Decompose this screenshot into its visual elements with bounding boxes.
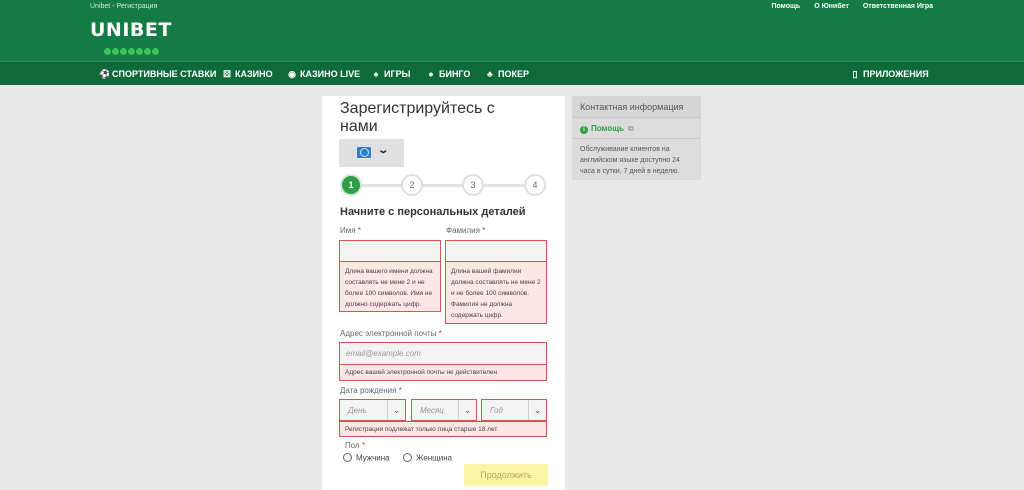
last-name-error: Длина вашей фамилии должна составлять не… [445,261,547,324]
chevron-down-icon: ⌄ [387,400,405,420]
email-field[interactable]: email@example.com [339,342,547,364]
help-link[interactable]: Помощь [771,3,800,10]
info-icon: i [580,126,588,134]
dob-year-select[interactable]: Год ⌄ [481,399,547,421]
contact-info-title: Контактная информация [572,96,701,118]
nav-item-sports[interactable]: ⚽ СПОРТИВНЫЕ СТАВКИ [99,62,216,86]
email-error: Адрес вашей электронной почты не действи… [339,364,547,381]
about-link[interactable]: О Юнибет [814,3,849,10]
responsible-gaming-link[interactable]: Ответственная Игра [863,3,933,10]
top-header: Unibet - Регистрация UNIBET Помощь О Юни… [0,0,1024,61]
dob-month-select[interactable]: Месяц ⌄ [411,399,477,421]
step-4: 4 [524,174,546,196]
language-selector[interactable]: ⌄ [339,139,404,167]
gender-label: Пол * [345,441,366,450]
live-chip-icon: ◉ [288,69,296,79]
first-name-error: Длина вашего имени должна составлять не … [339,261,441,312]
gender-female-radio[interactable]: Женщина [403,453,452,465]
stepper-line [350,184,537,187]
radio-circle-icon [343,453,352,463]
email-label: Адрес электронной почты * [340,329,442,338]
logo-dots-icon [104,42,160,55]
external-link-icon: ⧉ [627,124,634,133]
registration-form: Зарегистрируйтесь с нами ⌄ 1 2 3 4 Начни… [322,96,565,490]
last-name-input[interactable] [445,240,547,262]
dob-label: Дата рождения * [340,386,402,395]
cards-icon: ♠ [373,69,379,79]
help-link[interactable]: i Помощь ⧉ [580,124,634,134]
globe-flag-icon [357,147,371,158]
nav-item-live-casino[interactable]: ◉ КАЗИНО LIVE [287,62,360,86]
nav-item-apps[interactable]: ▯ ПРИЛОЖЕНИЯ [850,62,929,86]
chevron-down-icon: ⌄ [458,400,476,420]
breadcrumb: Unibet - Регистрация [90,3,158,10]
continue-button[interactable]: Продолжить [464,464,548,486]
chevron-down-icon: ⌄ [377,145,390,156]
main-nav: ⚽ СПОРТИВНЫЕ СТАВКИ ⚄ КАЗИНО ◉ КАЗИНО LIVE … [0,61,1024,85]
dice-icon: ⚄ [223,69,231,79]
progress-stepper: 1 2 3 4 [340,174,547,196]
last-name-label: Фамилия * [446,226,486,235]
dob-error: Регистрации подлежат только лица старше … [339,421,547,437]
nav-item-casino[interactable]: ⚄ КАЗИНО [222,62,273,86]
soccer-ball-icon: ⚽ [99,69,111,79]
step-2: 2 [401,174,423,196]
dob-day-select[interactable]: День ⌄ [339,399,406,421]
divider [572,138,701,139]
step-3: 3 [462,174,484,196]
gender-male-radio[interactable]: Мужчина [343,453,390,465]
chevron-down-icon: ⌄ [528,400,546,420]
unibet-logo[interactable]: UNIBET [90,19,172,41]
radio-circle-icon [403,453,412,463]
first-name-label: Имя * [340,226,361,235]
nav-item-poker[interactable]: ♣ ПОКЕР [485,62,529,86]
nav-item-bingo[interactable]: ● БИНГО [426,62,470,86]
step-1: 1 [340,174,362,196]
mobile-phone-icon: ▯ [852,69,858,79]
nav-item-games[interactable]: ♠ ИГРЫ [371,62,411,86]
contact-info-panel: Контактная информация i Помощь ⧉ Обслужива… [572,96,701,180]
section-title: Начните с персональных деталей [340,206,526,218]
page-title: Зарегистрируйтесь с нами [340,100,495,135]
support-hours-text: Обслуживание клиентов на английском язык… [580,146,680,175]
poker-card-icon: ♣ [487,69,493,79]
top-links: Помощь О Юнибет Ответственная Игра [759,3,933,10]
bingo-ball-icon: ● [428,69,434,79]
first-name-input[interactable] [339,240,441,262]
